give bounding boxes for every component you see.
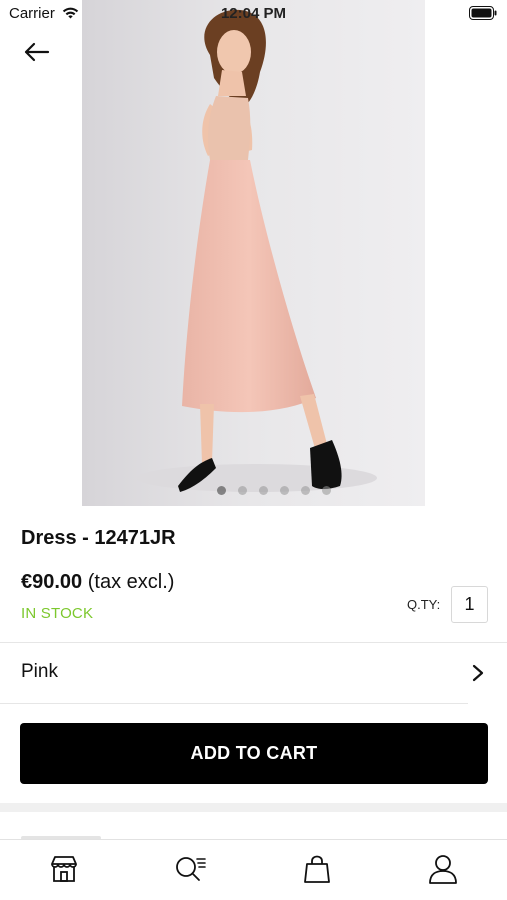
stock-status: IN STOCK bbox=[21, 605, 94, 622]
battery-icon bbox=[469, 6, 497, 20]
tab-store[interactable] bbox=[47, 852, 81, 886]
variant-label: Pink bbox=[21, 661, 58, 682]
pagination-dot[interactable] bbox=[321, 486, 331, 495]
tab-search[interactable] bbox=[173, 852, 207, 886]
variant-selector[interactable]: Pink bbox=[0, 643, 507, 703]
tab-account[interactable] bbox=[426, 852, 460, 886]
pagination-dot[interactable] bbox=[300, 486, 310, 495]
quantity-input[interactable] bbox=[451, 586, 488, 623]
status-bar: Carrier 12:04 PM bbox=[0, 0, 507, 28]
gallery-pagination bbox=[0, 486, 507, 495]
back-button[interactable] bbox=[18, 36, 58, 68]
user-icon bbox=[429, 855, 457, 884]
pagination-dot[interactable] bbox=[237, 486, 247, 495]
add-to-cart-button[interactable]: ADD TO CART bbox=[20, 723, 488, 784]
tab-bar bbox=[0, 839, 507, 900]
product-image[interactable] bbox=[82, 0, 425, 506]
pagination-dot[interactable] bbox=[258, 486, 268, 495]
divider bbox=[0, 703, 468, 704]
quantity-label: Q.TY: bbox=[407, 597, 441, 612]
pagination-dot[interactable] bbox=[279, 486, 289, 495]
store-icon bbox=[51, 856, 77, 882]
pagination-dot[interactable] bbox=[216, 486, 226, 495]
model-photo bbox=[82, 0, 425, 506]
product-title: Dress - 12471JR bbox=[21, 527, 176, 549]
shopping-bag-icon bbox=[304, 855, 330, 883]
arrow-left-icon bbox=[24, 42, 50, 62]
price-amount: €90.00 bbox=[21, 571, 83, 593]
search-list-icon bbox=[176, 857, 206, 881]
product-price: €90.00 (tax excl.) bbox=[21, 571, 174, 594]
tab-cart[interactable] bbox=[300, 852, 334, 886]
chevron-right-icon bbox=[472, 664, 484, 682]
clock: 12:04 PM bbox=[220, 5, 287, 22]
section-separator bbox=[0, 803, 507, 812]
tax-note: (tax excl.) bbox=[87, 571, 175, 593]
